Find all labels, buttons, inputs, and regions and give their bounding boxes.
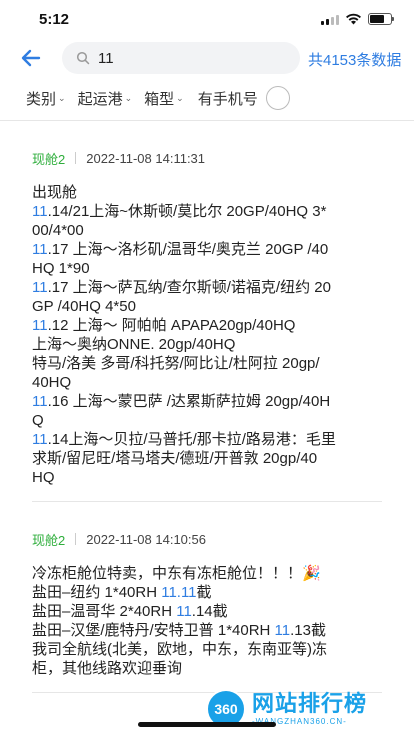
content-text: .17 上海～萨瓦纳/查尔斯顿/诺福克/纽约 20 xyxy=(47,279,331,296)
card-divider xyxy=(32,501,382,502)
content-text: 上海～奥纳ONNE. 20gp/40HQ xyxy=(32,336,236,353)
status-bar: 5:12 xyxy=(0,0,414,40)
card-header: 现舱2 2022-11-08 14:11:31 xyxy=(32,143,382,173)
content-line: 上海～奥纳ONNE. 20gp/40HQ xyxy=(32,335,384,354)
filter-origin-port[interactable]: 起运港 ⌄ xyxy=(78,88,133,109)
search-header: 共4153条数据 xyxy=(0,42,414,74)
has-phone-checkbox[interactable] xyxy=(265,86,290,110)
card-content: 冷冻柜舱位特卖，中东有冻柜舱位！！！🎉 盐田–纽约 1*40RH 11.11截 盐田… xyxy=(32,564,384,692)
search-highlight: 11 xyxy=(32,431,48,448)
site-watermark: 360 网站排行榜 -WANGZHAN360.CN- xyxy=(206,682,414,736)
content-line: 盐田–汉堡/鹿特丹/安特卫普 1*40RH 11.13截 xyxy=(32,621,384,640)
content-line: 11.14上海～贝拉/马普托/那卡拉/路易港：毛里 xyxy=(32,430,384,449)
content-text: 柜，其他线路欢迎垂询 xyxy=(32,660,183,677)
content-line: 11.16 上海～蒙巴萨 /达累斯萨拉姆 20gp/40H xyxy=(32,392,384,411)
content-text: .14截 xyxy=(191,603,228,620)
content-text: 盐田–纽约 1*40RH xyxy=(32,584,162,601)
cabin-tag: 现舱2 xyxy=(32,151,66,167)
header-separator xyxy=(75,152,77,164)
content-line: HQ xyxy=(32,468,384,487)
content-line: Q xyxy=(32,411,384,430)
content-text: .14/21上海~休斯顿/莫比尔 20GP/40HQ 3* xyxy=(47,203,327,220)
content-line: GP /40HQ 4*50 xyxy=(32,297,384,316)
content-text: .13截 xyxy=(290,622,326,639)
search-highlight: 11 xyxy=(32,203,48,220)
content-line: HQ 1*90 xyxy=(32,259,384,278)
wifi-icon xyxy=(346,13,361,25)
search-highlight: 11 xyxy=(32,241,48,258)
header-separator xyxy=(75,533,77,545)
search-input[interactable] xyxy=(98,49,278,67)
filter-container-type-label: 箱型 xyxy=(144,90,175,108)
content-line: 求斯/留尼旺/塔马塔夫/德班/开普敦 20gp/40 xyxy=(32,449,384,468)
card-content: 出现舱 11.14/21上海~休斯顿/莫比尔 20GP/40HQ 3* 00/4*0… xyxy=(32,183,384,501)
filter-category[interactable]: 类别 ⌄ xyxy=(26,88,66,109)
content-text: Q xyxy=(32,412,44,429)
chevron-down-icon: ⌄ xyxy=(176,92,184,103)
post-time: 2022-11-08 14:10:56 xyxy=(86,531,206,547)
card-header: 现舱2 2022-11-08 14:10:56 xyxy=(32,524,382,554)
content-text: 盐田–温哥华 2*40RH xyxy=(32,603,177,620)
search-box[interactable] xyxy=(62,42,300,74)
search-highlight: 11 xyxy=(32,393,48,410)
filter-origin-port-label: 起运港 xyxy=(77,90,123,108)
search-highlight: 11 xyxy=(176,603,192,620)
content-text: .14上海～贝拉/马普托/那卡拉/路易港：毛里 xyxy=(47,431,336,448)
list-item[interactable]: 现舱2 2022-11-08 14:10:56 冷冻柜舱位特卖，中东有冻柜舱位！… xyxy=(0,524,414,692)
content-text: HQ 1*90 xyxy=(32,260,90,277)
filter-container-type[interactable]: 箱型 ⌄ xyxy=(144,88,184,109)
filter-bar: 类别 ⌄ 起运港 ⌄ 箱型 ⌄ 有手机号 xyxy=(0,84,414,112)
content-text: .16 上海～蒙巴萨 /达累斯萨拉姆 20gp/40H xyxy=(47,393,331,410)
list-item[interactable]: 现舱2 2022-11-08 14:11:31 出现舱 11.14/21上海~休斯… xyxy=(0,143,414,501)
content-text: 我司全航线(北美，欧地，中东，东南亚等)冻 xyxy=(32,641,327,658)
content-text: HQ xyxy=(32,469,55,486)
content-line: 特马/洛美 多哥/科托努/阿比让/杜阿拉 20gp/ xyxy=(32,354,384,373)
content-line: 盐田–纽约 1*40RH 11.11截 xyxy=(32,583,384,602)
back-arrow-icon[interactable] xyxy=(18,45,44,71)
content-text: 截 xyxy=(196,584,212,601)
content-line: 我司全航线(北美，欧地，中东，东南亚等)冻 xyxy=(32,640,384,659)
content-line: 柜，其他线路欢迎垂询 xyxy=(32,659,384,678)
content-text: 盐田–汉堡/鹿特丹/安特卫普 1*40RH xyxy=(32,622,275,639)
search-highlight: 11 xyxy=(274,622,291,639)
content-line: 11.17 上海～萨瓦纳/查尔斯顿/诺福克/纽约 20 xyxy=(32,278,384,297)
content-line: 盐田–温哥华 2*40RH 11.14截 xyxy=(32,602,384,621)
status-icons xyxy=(321,13,394,25)
chevron-down-icon: ⌄ xyxy=(58,92,66,103)
status-time: 5:12 xyxy=(39,11,70,28)
content-line: 出现舱 xyxy=(32,183,384,202)
content-text: 40HQ xyxy=(32,374,72,391)
post-time: 2022-11-08 14:11:31 xyxy=(86,150,206,166)
search-highlight: 11 xyxy=(32,279,48,296)
filter-category-label: 类别 xyxy=(26,90,57,108)
search-icon xyxy=(76,51,90,65)
content-line: 冷冻柜舱位特卖，中东有冻柜舱位！！！🎉 xyxy=(32,564,384,583)
content-text: GP /40HQ 4*50 xyxy=(32,298,136,315)
content-line: 11.17 上海～洛杉矶/温哥华/奥克兰 20GP /40 xyxy=(32,240,384,259)
content-text: 出现舱 xyxy=(32,184,78,201)
cabin-tag: 现舱2 xyxy=(32,532,66,548)
chevron-down-icon: ⌄ xyxy=(124,92,133,103)
content-line: 00/4*00 xyxy=(32,221,384,240)
total-count-label: 共4153条数据 xyxy=(308,52,402,69)
content-line: 11.14/21上海~休斯顿/莫比尔 20GP/40HQ 3* xyxy=(32,202,384,221)
home-indicator xyxy=(138,722,276,727)
cellular-signal-icon xyxy=(321,14,339,25)
content-text: 求斯/留尼旺/塔马塔夫/德班/开普敦 20gp/40 xyxy=(32,450,318,467)
content-text: .12 上海～ 阿帕帕 APAPA20gp/40HQ xyxy=(47,317,296,334)
content-line: 11.12 上海～ 阿帕帕 APAPA20gp/40HQ xyxy=(32,316,384,335)
has-phone-label: 有手机号 xyxy=(197,90,258,108)
content-line: 40HQ xyxy=(32,373,384,392)
content-text: 特马/洛美 多哥/科托努/阿比让/杜阿拉 20gp/ xyxy=(32,355,320,372)
content-text: 00/4*00 xyxy=(32,222,84,239)
content-text: 冷冻柜舱位特卖，中东有冻柜舱位！！！🎉 xyxy=(32,565,321,582)
search-highlight: 11.11 xyxy=(161,584,197,601)
battery-icon xyxy=(368,13,394,25)
search-highlight: 11 xyxy=(32,317,48,334)
result-list: 现舱2 2022-11-08 14:11:31 出现舱 11.14/21上海~休斯… xyxy=(0,121,414,693)
content-text: .17 上海～洛杉矶/温哥华/奥克兰 20GP /40 xyxy=(47,241,329,258)
watermark-main: 网站排行榜 xyxy=(252,691,368,716)
